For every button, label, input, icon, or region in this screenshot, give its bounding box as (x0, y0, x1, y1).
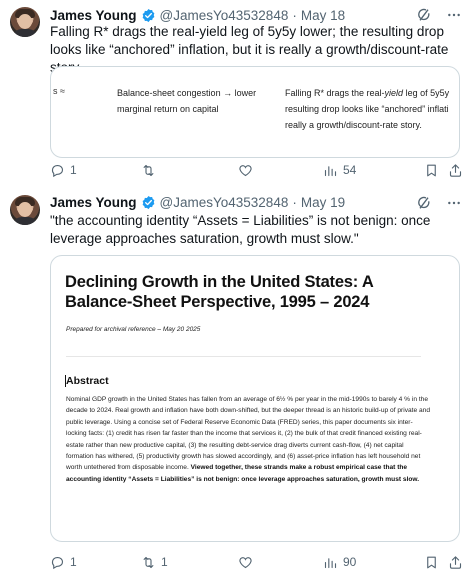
views-count: 90 (343, 555, 357, 569)
tweet-header: James Young @JamesYo43532848 · May 19 (50, 192, 345, 212)
separator-dot: · (292, 7, 297, 23)
tweet-date[interactable]: May 18 (301, 8, 345, 23)
tweet-text: "the accounting identity “Assets = Liabi… (50, 213, 431, 246)
share-icon (449, 555, 462, 569)
avatar[interactable] (10, 7, 40, 37)
more-icon[interactable] (446, 195, 462, 211)
author-name[interactable]: James Young (50, 8, 137, 23)
card-text-right: Falling R* drags the real-yield leg of 5… (285, 88, 450, 130)
author-handle[interactable]: @JamesYo43532848 (160, 8, 289, 23)
heart-icon (239, 556, 252, 568)
reply-icon (51, 164, 63, 177)
analytics-icon (324, 557, 337, 568)
retweet-icon (143, 164, 154, 176)
header-icons (416, 195, 462, 211)
like-button[interactable] (238, 163, 258, 178)
abstract-heading: Abstract (66, 375, 109, 387)
verified-badge-icon (142, 8, 154, 22)
tweet-header: James Young @JamesYo43532848 · May 18 (50, 5, 345, 25)
views-button[interactable]: 54 (323, 163, 356, 178)
retweet-button[interactable] (141, 163, 161, 178)
views-count: 54 (343, 163, 357, 177)
share-button[interactable] (448, 555, 463, 570)
document-divider (66, 356, 421, 357)
tweet[interactable]: James Young @JamesYo43532848 · May 18 Fa… (0, 0, 472, 178)
card-text-fragment: s ≈ (53, 86, 65, 96)
action-bar: 1 1 90 (50, 552, 464, 572)
reply-count: 1 (70, 555, 77, 569)
bookmark-button[interactable] (424, 163, 439, 178)
tweet-date[interactable]: May 19 (301, 195, 345, 210)
bookmark-icon (427, 556, 436, 568)
tweet[interactable]: James Young @JamesYo43532848 · May 19 "t… (0, 185, 472, 585)
reply-icon (51, 556, 63, 569)
bookmark-button[interactable] (424, 555, 439, 570)
document-image[interactable]: Declining Growth in the United States: A… (50, 255, 460, 542)
header-icons (416, 7, 462, 23)
card-text-left: Balance-sheet congestion → lower margina… (117, 88, 257, 114)
media-card[interactable]: s ≈ Balance-sheet congestion → lower mar… (50, 66, 460, 158)
reply-button[interactable]: 1 (50, 163, 77, 178)
document-prepared-note: Prepared for archival reference – May 20… (66, 326, 201, 333)
analytics-icon (324, 165, 337, 176)
abstract-body: Nominal GDP growth in the United States … (66, 396, 430, 483)
more-icon[interactable] (446, 7, 462, 23)
separator-dot: · (292, 194, 297, 210)
author-handle[interactable]: @JamesYo43532848 (160, 195, 289, 210)
share-icon (449, 163, 462, 177)
action-bar: 1 54 (50, 160, 464, 180)
share-button[interactable] (448, 163, 463, 178)
reply-button[interactable]: 1 (50, 555, 77, 570)
grok-icon[interactable] (416, 7, 432, 23)
reply-count: 1 (70, 163, 77, 177)
verified-badge-icon (142, 195, 154, 209)
views-button[interactable]: 90 (323, 555, 356, 570)
grok-icon[interactable] (416, 195, 432, 211)
bookmark-icon (427, 164, 436, 176)
like-button[interactable] (238, 555, 258, 570)
retweet-icon (143, 556, 154, 568)
retweet-button[interactable]: 1 (141, 555, 168, 570)
author-name[interactable]: James Young (50, 195, 137, 210)
document-title: Declining Growth in the United States: A… (65, 273, 373, 311)
retweet-count: 1 (161, 555, 168, 569)
heart-icon (239, 164, 252, 176)
avatar[interactable] (10, 195, 40, 225)
